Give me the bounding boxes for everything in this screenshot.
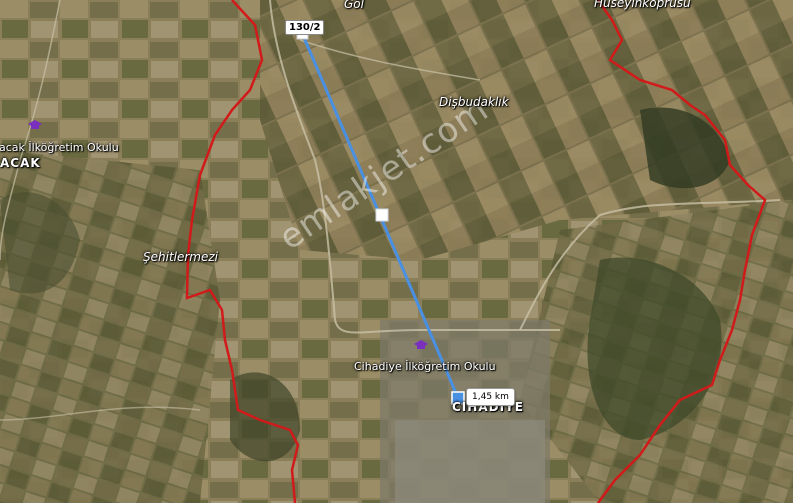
place-label-sehitlermezi: Şehitlermezi xyxy=(143,250,218,264)
town-label-acak: ACAK xyxy=(0,156,41,170)
place-label-disbudaklik: Dişbudaklık xyxy=(439,95,509,109)
parcel-marker-label[interactable]: 130/2 xyxy=(285,20,325,35)
poi-label-acak-school: acak İlköğretim Okulu xyxy=(0,141,119,154)
measure-midpoint-handle[interactable] xyxy=(375,208,389,222)
satellite-map[interactable]: emlakjet.com Göl Hüseyinköprüsü Dişbudak… xyxy=(0,0,793,503)
distance-label: 1,45 km xyxy=(466,388,515,406)
place-label-huseyinkoprusu: Hüseyinköprüsü xyxy=(594,0,691,10)
school-icon[interactable] xyxy=(28,120,42,130)
poi-label-cihadiye-school: Cihadiye İlköğretim Okulu xyxy=(354,360,496,373)
satellite-imagery xyxy=(0,0,793,503)
place-label-gol: Göl xyxy=(344,0,364,11)
school-icon[interactable] xyxy=(414,340,428,350)
